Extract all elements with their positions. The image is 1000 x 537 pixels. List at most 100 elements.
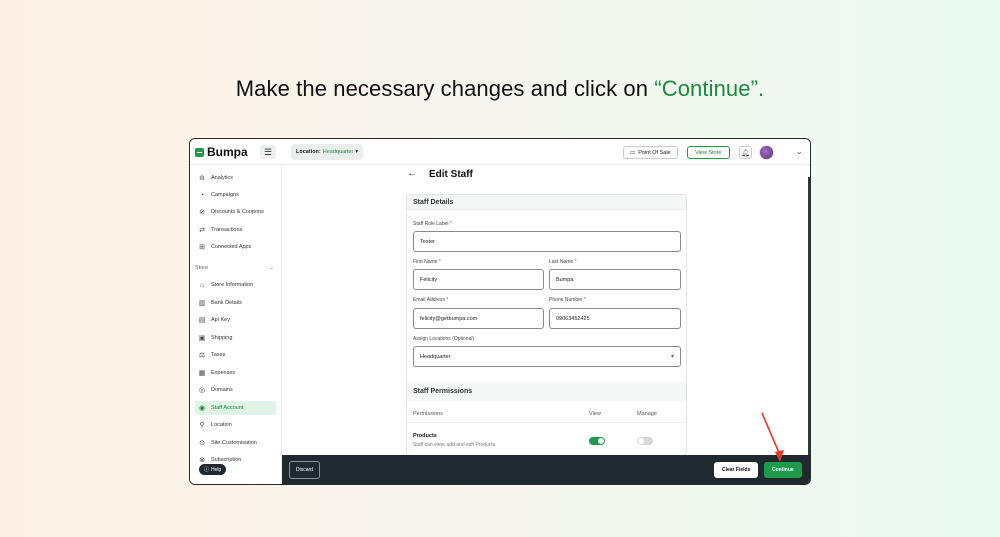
sidebar-item-api-key[interactable]: ▤ Api Key: [195, 313, 276, 327]
sidebar-item-label: Connected Apps: [211, 244, 252, 250]
sidebar-item-shipping[interactable]: ▣ Shipping: [195, 331, 276, 345]
point-of-sale-label: Point Of Sale: [638, 149, 671, 156]
sidebar-item-label: Discounts & Coupons: [211, 209, 264, 215]
menu-toggle-button[interactable]: ☰: [260, 145, 276, 159]
staff-details-heading: Staff Details: [407, 195, 686, 210]
email-label: Email Address *: [413, 297, 449, 303]
discount-icon: ⊘: [199, 209, 205, 216]
sidebar-item-label: Campaigns: [211, 192, 239, 198]
bank-icon: ▥: [198, 300, 206, 307]
key-icon: ▤: [198, 317, 206, 324]
products-manage-toggle[interactable]: [637, 437, 653, 445]
pos-icon: ▭: [630, 149, 636, 156]
sidebar-item-domains[interactable]: ◎ Domains: [195, 383, 276, 397]
sidebar-item-label: Store Information: [211, 282, 254, 288]
sidebar-item-campaigns[interactable]: ◔ Campaigns: [195, 188, 276, 202]
first-name-label: First Name *: [413, 259, 441, 265]
hamburger-icon: ☰: [263, 146, 273, 157]
sidebar-item-label: Domains: [211, 387, 233, 393]
store-icon: ⌂: [199, 281, 205, 289]
col-permissions: Permissions: [413, 411, 443, 417]
store-section-header[interactable]: Store ⌄: [195, 265, 276, 271]
sidebar-item-discounts[interactable]: ⊘ Discounts & Coupons: [195, 205, 276, 219]
assign-locations-label: Assign Locations (Optional): [413, 336, 475, 342]
sidebar-item-transactions[interactable]: ⇄ Transactions: [195, 223, 276, 237]
role-label: Staff Role Label *: [413, 221, 452, 227]
sidebar-item-label: Transactions: [211, 227, 243, 233]
apps-icon: ⊞: [199, 244, 205, 251]
edit-staff-card: Staff Details Staff Role Label * Tester …: [406, 194, 687, 456]
sidebar-item-analytics[interactable]: ılı Analytics: [195, 171, 276, 185]
top-bar: Bumpa ☰ Location: Headquarter ▾ ▭ Point …: [190, 139, 810, 165]
help-button[interactable]: ⓘ Help: [199, 464, 227, 475]
bar-chart-icon: ılı: [199, 174, 205, 182]
back-arrow-icon[interactable]: ←: [407, 168, 417, 179]
sidebar-item-store-information[interactable]: ⌂ Store Information: [195, 278, 276, 292]
phone-input[interactable]: 09063452425: [549, 308, 681, 329]
location-selector[interactable]: Location: Headquarter ▾: [291, 144, 364, 160]
truck-icon: ▣: [198, 335, 206, 342]
sidebar-item-location[interactable]: ⚲ Location: [195, 418, 276, 432]
discard-button[interactable]: Discard: [289, 461, 320, 479]
avatar[interactable]: [759, 145, 774, 160]
staff-role-input[interactable]: Tester: [413, 231, 681, 252]
notifications-button[interactable]: 🔔︎: [739, 146, 752, 159]
sidebar-item-connected-apps[interactable]: ⊞ Connected Apps: [195, 240, 276, 254]
sidebar-item-label: Shipping: [211, 335, 233, 341]
brand-name: Bumpa: [207, 145, 248, 159]
brand-logo[interactable]: Bumpa: [195, 145, 248, 159]
last-name-input[interactable]: Bumpa: [549, 269, 681, 290]
help-label: Help: [211, 466, 222, 473]
assign-locations-select[interactable]: Headquarter ▾: [413, 346, 681, 367]
sidebar-item-label: Location: [211, 422, 232, 428]
help-icon: ⓘ: [204, 467, 210, 473]
location-label: Location:: [296, 149, 321, 155]
products-view-toggle[interactable]: [589, 437, 605, 445]
instruction-text: Make the necessary changes and click on: [235, 76, 655, 101]
sidebar-item-staff-account[interactable]: ◉ Staff Account: [195, 401, 276, 415]
col-view: View: [589, 411, 601, 417]
scrollbar[interactable]: [808, 177, 810, 455]
last-name-label: Last Name *: [549, 259, 577, 265]
bell-icon: 🔔︎: [741, 149, 750, 157]
sidebar-item-label: Staff Account: [211, 405, 244, 411]
megaphone-icon: ◔: [199, 191, 205, 199]
permission-products-title: Products: [413, 433, 437, 439]
instruction-heading: Make the necessary changes and click on …: [0, 76, 1000, 102]
sidebar: ılı Analytics ◔ Campaigns ⊘ Discounts & Cou…: [190, 165, 282, 484]
bumpa-logo-icon: [195, 147, 204, 157]
sidebar-item-site-customisation[interactable]: ⊙ Site Customisation: [195, 436, 276, 450]
clear-fields-button[interactable]: Clear Fields: [714, 462, 759, 478]
phone-label: Phone Number *: [549, 297, 586, 303]
assign-locations-value: Headquarter: [420, 353, 451, 360]
staff-icon: ◉: [198, 405, 206, 412]
permissions-table-header: Permissions View Manage: [407, 409, 686, 423]
view-store-button[interactable]: View Store: [687, 146, 730, 159]
sidebar-item-label: Api Key: [211, 317, 230, 323]
sidebar-item-taxes[interactable]: ⚖ Taxes: [195, 348, 276, 362]
caret-down-icon: ▾: [670, 354, 674, 360]
expenses-icon: ▦: [198, 370, 206, 377]
page-title: Edit Staff: [429, 169, 473, 180]
col-manage: Manage: [637, 411, 657, 417]
point-of-sale-button[interactable]: ▭ Point Of Sale: [623, 146, 678, 159]
app-window: Bumpa ☰ Location: Headquarter ▾ ▭ Point …: [189, 138, 811, 485]
sidebar-item-label: Site Customisation: [211, 440, 257, 446]
sidebar-item-expenses[interactable]: ▦ Expenses: [195, 366, 276, 380]
sidebar-item-label: Taxes: [211, 352, 226, 358]
brush-icon: ⊙: [199, 440, 205, 447]
chevron-down-icon: ⌄: [269, 265, 274, 271]
sidebar-item-label: Expenses: [211, 370, 236, 376]
location-value: Headquarter: [322, 149, 354, 155]
sidebar-item-label: Analytics: [211, 175, 234, 181]
chevron-down-icon[interactable]: ⌄: [796, 147, 803, 156]
action-footer: Discard Clear Fields Continue: [282, 455, 810, 484]
tax-icon: ⚖: [198, 352, 206, 359]
main-content: ← Edit Staff Staff Details Staff Role La…: [282, 165, 810, 456]
sidebar-item-bank-details[interactable]: ▥ Bank Details: [195, 296, 276, 310]
continue-button[interactable]: Continue: [764, 462, 802, 478]
subscription-icon: ⊗: [199, 457, 205, 464]
first-name-input[interactable]: Felicity: [413, 269, 544, 290]
pin-icon: ⚲: [199, 422, 205, 429]
email-input[interactable]: felicity@getbumpa.com: [413, 308, 544, 329]
